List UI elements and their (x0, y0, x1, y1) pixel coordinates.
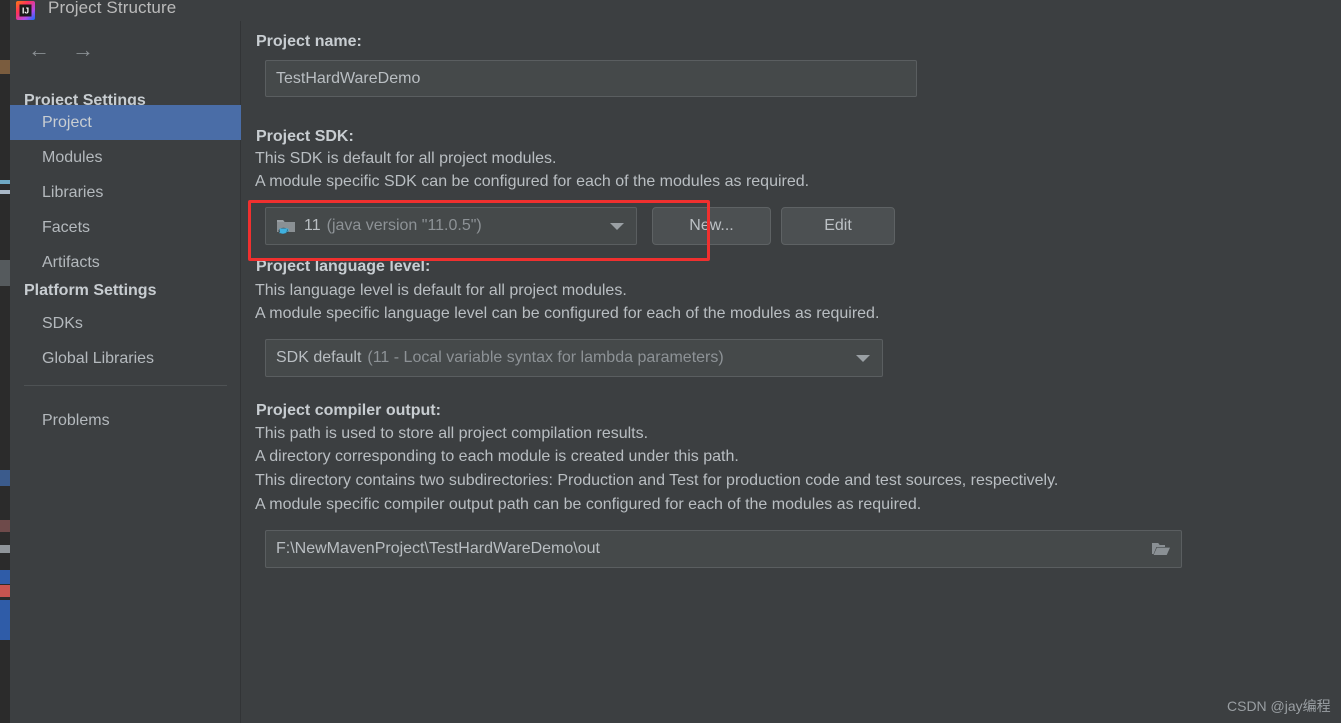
sidebar-item-label: Global Libraries (42, 349, 155, 367)
compiler-output-label: Project compiler output: (256, 402, 441, 419)
project-sdk-value: 11 (304, 217, 321, 234)
new-sdk-button[interactable]: New... (652, 207, 771, 245)
dialog-title-bar: IJ Project Structure (10, 0, 1341, 21)
compiler-output-desc-line-3: This directory contains two subdirectori… (255, 472, 1059, 489)
language-level-desc-line-1: This language level is default for all p… (255, 282, 627, 299)
project-sdk-version-detail: (java version "11.0.5") (326, 217, 482, 234)
sidebar-item-label: Artifacts (42, 253, 100, 271)
project-name-value: TestHardWareDemo (276, 69, 421, 87)
new-sdk-button-label: New... (689, 217, 734, 234)
compiler-output-desc-line-4: A module specific compiler output path c… (255, 496, 922, 513)
project-sdk-desc-line-1: This SDK is default for all project modu… (255, 150, 557, 167)
compiler-output-desc-line-2: A directory corresponding to each module… (255, 448, 739, 465)
sidebar-item-libraries[interactable]: Libraries (10, 175, 241, 210)
edit-sdk-button[interactable]: Edit (781, 207, 895, 245)
navigation-arrows: ← → (18, 35, 118, 65)
sidebar-item-label: Problems (42, 411, 110, 429)
chevron-down-icon[interactable] (610, 223, 624, 230)
project-settings-panel: Project name: TestHardWareDemo Project S… (242, 21, 1341, 723)
project-structure-dialog: IJ Project Structure ← → Project Setting… (0, 0, 1341, 723)
sidebar-item-label: Facets (42, 218, 91, 236)
intellij-idea-logo-icon: IJ (16, 1, 35, 20)
sidebar-item-modules[interactable]: Modules (10, 140, 241, 175)
sidebar-group-platform-settings: Platform Settings (24, 282, 157, 299)
sidebar-item-project[interactable]: Project (10, 105, 241, 140)
language-level-label: Project language level: (256, 258, 431, 275)
project-sdk-combobox[interactable]: 11 (java version "11.0.5") (265, 207, 637, 245)
sidebar-item-label: Project (42, 113, 92, 131)
java-sdk-folder-icon (276, 217, 296, 235)
sidebar-item-artifacts[interactable]: Artifacts (10, 245, 241, 280)
sidebar-divider (24, 385, 227, 386)
settings-sidebar: ← → Project Settings Project Modules Lib… (10, 21, 241, 723)
project-name-label: Project name: (256, 33, 362, 50)
svg-text:IJ: IJ (22, 5, 29, 15)
background-ide-sliver (0, 0, 10, 723)
dialog-title: Project Structure (48, 0, 177, 17)
sidebar-item-problems[interactable]: Problems (10, 403, 241, 438)
compiler-output-path-input[interactable]: F:\NewMavenProject\TestHardWareDemo\out (265, 530, 1182, 568)
project-sdk-desc-line-2: A module specific SDK can be configured … (255, 173, 810, 190)
language-level-combobox[interactable]: SDK default (11 - Local variable syntax … (265, 339, 883, 377)
sidebar-item-label: Modules (42, 148, 103, 166)
sidebar-item-global-libraries[interactable]: Global Libraries (10, 341, 241, 376)
language-level-desc-line-2: A module specific language level can be … (255, 305, 880, 322)
sidebar-item-label: Libraries (42, 183, 104, 201)
chevron-down-icon[interactable] (856, 355, 870, 362)
project-name-input[interactable]: TestHardWareDemo (265, 60, 917, 97)
sidebar-item-label: SDKs (42, 314, 83, 332)
sidebar-item-sdks[interactable]: SDKs (10, 306, 241, 341)
arrow-left-icon[interactable]: ← (22, 35, 56, 65)
language-level-detail: (11 - Local variable syntax for lambda p… (367, 349, 724, 366)
sidebar-item-facets[interactable]: Facets (10, 210, 241, 245)
language-level-value: SDK default (276, 349, 362, 366)
edit-sdk-button-label: Edit (824, 217, 852, 234)
folder-browse-icon[interactable] (1151, 541, 1171, 557)
compiler-output-path-value: F:\NewMavenProject\TestHardWareDemo\out (276, 540, 600, 557)
arrow-right-icon[interactable]: → (66, 35, 100, 65)
watermark-text: CSDN @jay编程 (1227, 698, 1331, 714)
compiler-output-desc-line-1: This path is used to store all project c… (255, 425, 649, 442)
project-sdk-label: Project SDK: (256, 128, 354, 145)
